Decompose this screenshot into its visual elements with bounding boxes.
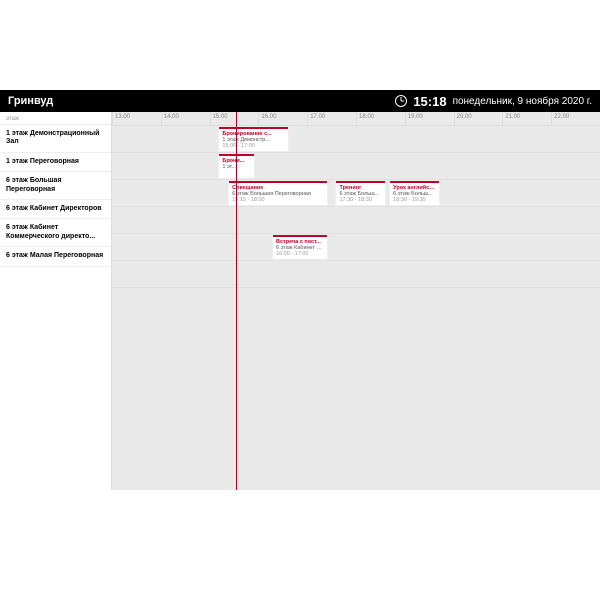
event-card[interactable]: Совещание6 этаж Большая Переговорная15:1… xyxy=(229,181,327,205)
time-tick: 17.00 xyxy=(307,112,356,125)
app-title: Гринвуд xyxy=(8,95,53,107)
schedule-row[interactable]: Брони...1 эт... xyxy=(112,153,600,180)
room-item[interactable]: 6 этаж Малая Переговорная xyxy=(0,247,111,266)
now-indicator xyxy=(236,112,237,490)
schedule-row[interactable] xyxy=(112,261,600,288)
event-card[interactable]: Бронирование с...1 этаж Демонстр...15:00… xyxy=(219,127,287,151)
room-item[interactable]: 1 этаж Демонстрационный Зал xyxy=(0,125,111,153)
clock-icon xyxy=(395,95,407,107)
room-item[interactable]: 1 этаж Переговорная xyxy=(0,153,111,172)
sidebar-heading: этаж xyxy=(0,112,111,125)
time-tick: 14.00 xyxy=(161,112,210,125)
current-date: понедельник, 9 ноября 2020 г. xyxy=(453,96,592,107)
event-time: 15:15 - 18:00 xyxy=(232,197,324,203)
event-time: 18:30 - 19:30 xyxy=(393,197,436,203)
current-time: 15:18 xyxy=(413,94,446,109)
timeline: 13.0014.0015.0016.0017.0018.0019.0020.00… xyxy=(112,112,600,126)
time-tick: 13.00 xyxy=(112,112,161,125)
time-tick: 21.00 xyxy=(502,112,551,125)
room-sidebar: этаж 1 этаж Демонстрационный Зал1 этаж П… xyxy=(0,112,112,490)
time-tick: 16.00 xyxy=(258,112,307,125)
room-item[interactable]: 6 этаж Кабинет Коммерческого директо... xyxy=(0,219,111,247)
schedule-row[interactable]: Встреча с пост...6 этаж Кабинет К...16:0… xyxy=(112,234,600,261)
time-tick: 18.00 xyxy=(356,112,405,125)
header-clock: 15:18 понедельник, 9 ноября 2020 г. xyxy=(395,94,592,109)
event-time: 17:30 - 18:30 xyxy=(339,197,382,203)
schedule-body: этаж 1 этаж Демонстрационный Зал1 этаж П… xyxy=(0,112,600,490)
event-card[interactable]: Тренинг6 этаж Больш...17:30 - 18:30 xyxy=(336,181,385,205)
schedule-rows: Бронирование с...1 этаж Демонстр...15:00… xyxy=(112,126,600,490)
schedule-row[interactable]: Бронирование с...1 этаж Демонстр...15:00… xyxy=(112,126,600,153)
event-card[interactable]: Встреча с пост...6 этаж Кабинет К...16:0… xyxy=(273,235,327,259)
time-tick: 19.00 xyxy=(405,112,454,125)
event-time: 15:00 - 17:00 xyxy=(222,143,284,149)
room-item[interactable]: 6 этаж Кабинет Директоров xyxy=(0,200,111,219)
time-tick: 22.00 xyxy=(551,112,600,125)
header-bar: Гринвуд 15:18 понедельник, 9 ноября 2020… xyxy=(0,90,600,112)
time-tick: 20.00 xyxy=(454,112,503,125)
event-time: 16:00 - 17:00 xyxy=(276,251,324,257)
event-card[interactable]: Урок английского6 этаж Больш...18:30 - 1… xyxy=(390,181,439,205)
time-tick: 15.00 xyxy=(210,112,259,125)
schedule-grid[interactable]: 13.0014.0015.0016.0017.0018.0019.0020.00… xyxy=(112,112,600,490)
schedule-row[interactable]: Совещание6 этаж Большая Переговорная15:1… xyxy=(112,180,600,207)
schedule-row[interactable] xyxy=(112,207,600,234)
room-item[interactable]: 6 этаж Большая Переговорная xyxy=(0,172,111,200)
